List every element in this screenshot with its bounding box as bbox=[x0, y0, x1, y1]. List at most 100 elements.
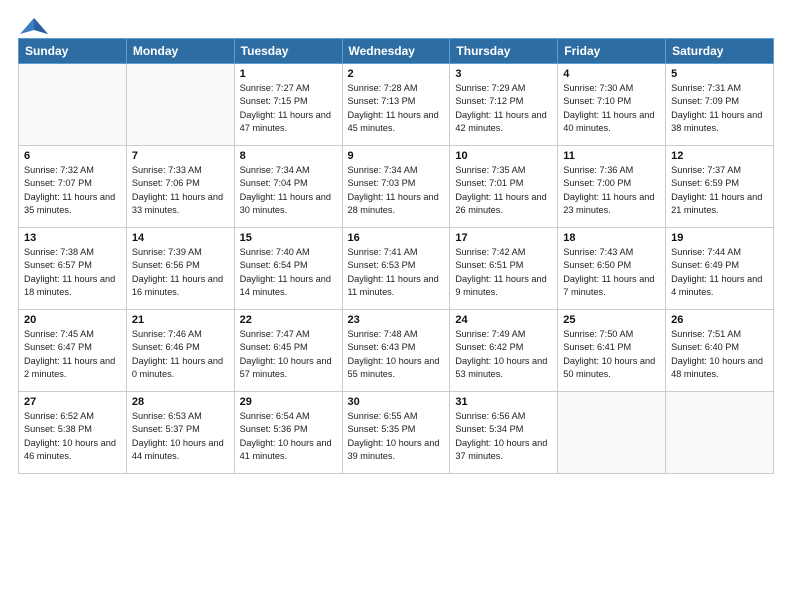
calendar-cell: 22 Sunrise: 7:47 AMSunset: 6:45 PMDayligh… bbox=[234, 310, 342, 392]
day-info: Sunrise: 7:51 AMSunset: 6:40 PMDaylight:… bbox=[671, 328, 768, 381]
day-number: 20 bbox=[24, 314, 121, 326]
day-number: 28 bbox=[132, 396, 229, 408]
day-number: 29 bbox=[240, 396, 337, 408]
calendar-cell: 31 Sunrise: 6:56 AMSunset: 5:34 PMDayligh… bbox=[450, 392, 558, 474]
calendar-cell: 9 Sunrise: 7:34 AMSunset: 7:03 PMDaylight… bbox=[342, 146, 450, 228]
day-number: 1 bbox=[240, 68, 337, 80]
weekday-header-thursday: Thursday bbox=[450, 39, 558, 64]
day-info: Sunrise: 7:31 AMSunset: 7:09 PMDaylight:… bbox=[671, 82, 768, 135]
day-number: 6 bbox=[24, 150, 121, 162]
calendar-cell: 16Sunrise: 7:41 AMSunset: 6:53 PMDayligh… bbox=[342, 228, 450, 310]
calendar-cell: 21 Sunrise: 7:46 AMSunset: 6:46 PMDayligh… bbox=[126, 310, 234, 392]
calendar-cell: 3 Sunrise: 7:29 AMSunset: 7:12 PMDaylight… bbox=[450, 64, 558, 146]
weekday-header-friday: Friday bbox=[558, 39, 666, 64]
calendar-cell: 24 Sunrise: 7:49 AMSunset: 6:42 PMDayligh… bbox=[450, 310, 558, 392]
day-number: 21 bbox=[132, 314, 229, 326]
day-info: Sunrise: 6:54 AMSunset: 5:36 PMDaylight:… bbox=[240, 410, 337, 463]
weekday-header-tuesday: Tuesday bbox=[234, 39, 342, 64]
calendar-cell bbox=[19, 64, 127, 146]
day-info: Sunrise: 7:50 AMSunset: 6:41 PMDaylight:… bbox=[563, 328, 660, 381]
week-row-5: 27 Sunrise: 6:52 AMSunset: 5:38 PMDayligh… bbox=[19, 392, 774, 474]
week-row-3: 13 Sunrise: 7:38 AMSunset: 6:57 PMDayligh… bbox=[19, 228, 774, 310]
logo-bird-icon bbox=[20, 16, 48, 38]
day-number: 15 bbox=[240, 232, 337, 244]
calendar-cell: 4 Sunrise: 7:30 AMSunset: 7:10 PMDaylight… bbox=[558, 64, 666, 146]
day-number: 10 bbox=[455, 150, 552, 162]
day-info: Sunrise: 7:41 AMSunset: 6:53 PMDaylight:… bbox=[348, 246, 445, 299]
day-number: 18 bbox=[563, 232, 660, 244]
day-number: 7 bbox=[132, 150, 229, 162]
day-info: Sunrise: 7:29 AMSunset: 7:12 PMDaylight:… bbox=[455, 82, 552, 135]
calendar-cell bbox=[666, 392, 774, 474]
calendar-cell: 2 Sunrise: 7:28 AMSunset: 7:13 PMDaylight… bbox=[342, 64, 450, 146]
day-info: Sunrise: 7:32 AMSunset: 7:07 PMDaylight:… bbox=[24, 164, 121, 217]
weekday-header-row: SundayMondayTuesdayWednesdayThursdayFrid… bbox=[19, 39, 774, 64]
day-info: Sunrise: 7:48 AMSunset: 6:43 PMDaylight:… bbox=[348, 328, 445, 381]
calendar-cell: 6 Sunrise: 7:32 AMSunset: 7:07 PMDaylight… bbox=[19, 146, 127, 228]
day-info: Sunrise: 7:30 AMSunset: 7:10 PMDaylight:… bbox=[563, 82, 660, 135]
calendar-cell: 7Sunrise: 7:33 AMSunset: 7:06 PMDaylight… bbox=[126, 146, 234, 228]
logo bbox=[18, 16, 48, 38]
day-info: Sunrise: 7:49 AMSunset: 6:42 PMDaylight:… bbox=[455, 328, 552, 381]
day-info: Sunrise: 7:34 AMSunset: 7:04 PMDaylight:… bbox=[240, 164, 337, 217]
weekday-header-monday: Monday bbox=[126, 39, 234, 64]
calendar-cell: 25 Sunrise: 7:50 AMSunset: 6:41 PMDayligh… bbox=[558, 310, 666, 392]
day-info: Sunrise: 7:38 AMSunset: 6:57 PMDaylight:… bbox=[24, 246, 121, 299]
calendar-cell: 13 Sunrise: 7:38 AMSunset: 6:57 PMDayligh… bbox=[19, 228, 127, 310]
calendar-table: SundayMondayTuesdayWednesdayThursdayFrid… bbox=[18, 38, 774, 474]
calendar-cell bbox=[126, 64, 234, 146]
day-number: 12 bbox=[671, 150, 768, 162]
day-number: 22 bbox=[240, 314, 337, 326]
day-info: Sunrise: 7:43 AMSunset: 6:50 PMDaylight:… bbox=[563, 246, 660, 299]
day-info: Sunrise: 7:36 AMSunset: 7:00 PMDaylight:… bbox=[563, 164, 660, 217]
day-info: Sunrise: 6:56 AMSunset: 5:34 PMDaylight:… bbox=[455, 410, 552, 463]
day-info: Sunrise: 7:35 AMSunset: 7:01 PMDaylight:… bbox=[455, 164, 552, 217]
day-number: 17 bbox=[455, 232, 552, 244]
day-number: 23 bbox=[348, 314, 445, 326]
week-row-4: 20 Sunrise: 7:45 AMSunset: 6:47 PMDayligh… bbox=[19, 310, 774, 392]
day-info: Sunrise: 7:28 AMSunset: 7:13 PMDaylight:… bbox=[348, 82, 445, 135]
day-info: Sunrise: 7:47 AMSunset: 6:45 PMDaylight:… bbox=[240, 328, 337, 381]
day-number: 31 bbox=[455, 396, 552, 408]
day-number: 11 bbox=[563, 150, 660, 162]
day-number: 2 bbox=[348, 68, 445, 80]
calendar-cell: 18 Sunrise: 7:43 AMSunset: 6:50 PMDayligh… bbox=[558, 228, 666, 310]
day-info: Sunrise: 7:45 AMSunset: 6:47 PMDaylight:… bbox=[24, 328, 121, 381]
calendar-cell: 23 Sunrise: 7:48 AMSunset: 6:43 PMDayligh… bbox=[342, 310, 450, 392]
logo-area bbox=[18, 16, 48, 30]
day-number: 8 bbox=[240, 150, 337, 162]
calendar-cell: 17Sunrise: 7:42 AMSunset: 6:51 PMDayligh… bbox=[450, 228, 558, 310]
day-number: 3 bbox=[455, 68, 552, 80]
calendar-cell: 20 Sunrise: 7:45 AMSunset: 6:47 PMDayligh… bbox=[19, 310, 127, 392]
day-number: 24 bbox=[455, 314, 552, 326]
calendar-cell: 27 Sunrise: 6:52 AMSunset: 5:38 PMDayligh… bbox=[19, 392, 127, 474]
day-info: Sunrise: 7:46 AMSunset: 6:46 PMDaylight:… bbox=[132, 328, 229, 381]
week-row-2: 6 Sunrise: 7:32 AMSunset: 7:07 PMDaylight… bbox=[19, 146, 774, 228]
day-info: Sunrise: 7:34 AMSunset: 7:03 PMDaylight:… bbox=[348, 164, 445, 217]
calendar-cell: 5 Sunrise: 7:31 AMSunset: 7:09 PMDaylight… bbox=[666, 64, 774, 146]
day-number: 27 bbox=[24, 396, 121, 408]
calendar-cell: 8 Sunrise: 7:34 AMSunset: 7:04 PMDaylight… bbox=[234, 146, 342, 228]
day-info: Sunrise: 7:27 AMSunset: 7:15 PMDaylight:… bbox=[240, 82, 337, 135]
day-number: 13 bbox=[24, 232, 121, 244]
calendar-cell: 1 Sunrise: 7:27 AMSunset: 7:15 PMDaylight… bbox=[234, 64, 342, 146]
calendar-cell: 14Sunrise: 7:39 AMSunset: 6:56 PMDayligh… bbox=[126, 228, 234, 310]
calendar-cell: 26Sunrise: 7:51 AMSunset: 6:40 PMDayligh… bbox=[666, 310, 774, 392]
calendar-cell: 30Sunrise: 6:55 AMSunset: 5:35 PMDayligh… bbox=[342, 392, 450, 474]
week-row-1: 1 Sunrise: 7:27 AMSunset: 7:15 PMDaylight… bbox=[19, 64, 774, 146]
day-info: Sunrise: 6:55 AMSunset: 5:35 PMDaylight:… bbox=[348, 410, 445, 463]
day-number: 9 bbox=[348, 150, 445, 162]
calendar-cell: 19Sunrise: 7:44 AMSunset: 6:49 PMDayligh… bbox=[666, 228, 774, 310]
calendar-cell: 28 Sunrise: 6:53 AMSunset: 5:37 PMDayligh… bbox=[126, 392, 234, 474]
calendar-cell: 15 Sunrise: 7:40 AMSunset: 6:54 PMDayligh… bbox=[234, 228, 342, 310]
day-number: 14 bbox=[132, 232, 229, 244]
calendar-cell: 10 Sunrise: 7:35 AMSunset: 7:01 PMDayligh… bbox=[450, 146, 558, 228]
day-info: Sunrise: 7:40 AMSunset: 6:54 PMDaylight:… bbox=[240, 246, 337, 299]
day-info: Sunrise: 6:53 AMSunset: 5:37 PMDaylight:… bbox=[132, 410, 229, 463]
day-info: Sunrise: 6:52 AMSunset: 5:38 PMDaylight:… bbox=[24, 410, 121, 463]
weekday-header-saturday: Saturday bbox=[666, 39, 774, 64]
day-info: Sunrise: 7:44 AMSunset: 6:49 PMDaylight:… bbox=[671, 246, 768, 299]
day-number: 5 bbox=[671, 68, 768, 80]
day-number: 25 bbox=[563, 314, 660, 326]
day-number: 4 bbox=[563, 68, 660, 80]
